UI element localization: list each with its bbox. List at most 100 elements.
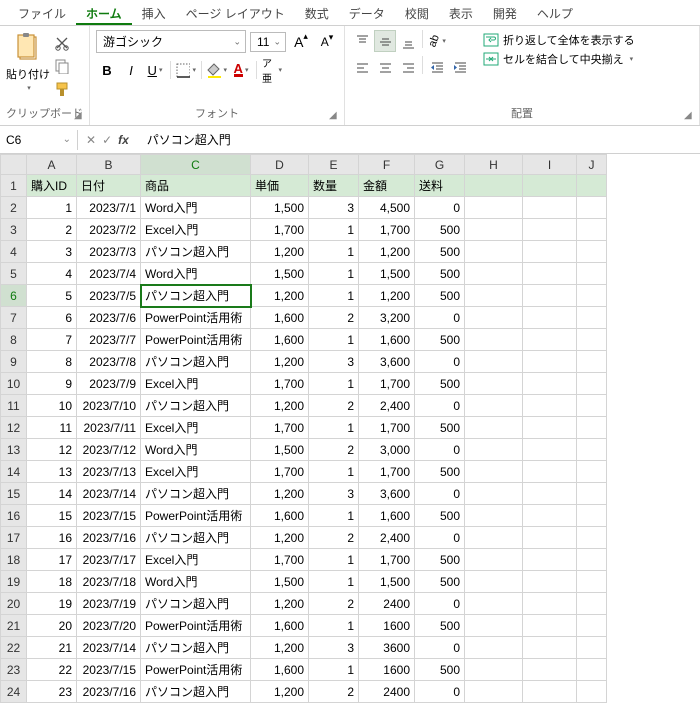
cell[interactable]: 1,700 (359, 549, 415, 571)
cell[interactable]: パソコン超入門 (141, 681, 251, 703)
cell[interactable]: 1 (309, 263, 359, 285)
cell[interactable] (523, 197, 577, 219)
cell[interactable]: 4,500 (359, 197, 415, 219)
cell[interactable] (465, 571, 523, 593)
cell[interactable] (577, 615, 607, 637)
cell[interactable]: 500 (415, 241, 465, 263)
copy-icon[interactable] (52, 57, 72, 75)
cell[interactable]: 1,500 (359, 571, 415, 593)
cut-icon[interactable] (52, 34, 72, 52)
format-painter-icon[interactable] (52, 80, 72, 98)
cell[interactable]: Word入門 (141, 439, 251, 461)
cell[interactable]: パソコン超入門 (141, 593, 251, 615)
cell[interactable]: 1 (309, 373, 359, 395)
cell[interactable]: 2023/7/3 (77, 241, 141, 263)
cell[interactable]: 1 (309, 219, 359, 241)
cell[interactable] (465, 637, 523, 659)
cell[interactable] (465, 241, 523, 263)
row-header[interactable]: 19 (1, 571, 27, 593)
cell[interactable] (577, 549, 607, 571)
row-header[interactable]: 14 (1, 461, 27, 483)
italic-button[interactable]: I (120, 59, 142, 81)
tab-表示[interactable]: 表示 (439, 0, 483, 25)
cell[interactable] (577, 241, 607, 263)
cell[interactable] (523, 263, 577, 285)
paste-dropdown-icon[interactable]: ▾ (27, 84, 31, 92)
cell[interactable]: 15 (27, 505, 77, 527)
cell[interactable] (577, 285, 607, 307)
cell[interactable]: 13 (27, 461, 77, 483)
column-header[interactable]: A (27, 155, 77, 175)
cell[interactable]: 2,400 (359, 527, 415, 549)
cell[interactable] (523, 175, 577, 197)
indent-increase-icon[interactable] (449, 56, 471, 78)
cell[interactable] (523, 505, 577, 527)
cell[interactable] (523, 483, 577, 505)
align-left-icon[interactable] (351, 56, 373, 78)
cell[interactable]: 500 (415, 461, 465, 483)
cell[interactable]: 2023/7/13 (77, 461, 141, 483)
cell[interactable] (523, 439, 577, 461)
row-header[interactable]: 17 (1, 527, 27, 549)
cell[interactable]: 500 (415, 417, 465, 439)
bold-button[interactable]: B (96, 59, 118, 81)
cell[interactable] (465, 395, 523, 417)
tab-数式[interactable]: 数式 (295, 0, 339, 25)
paste-label[interactable]: 貼り付け (6, 66, 50, 82)
cell[interactable] (577, 373, 607, 395)
cell[interactable]: 2023/7/15 (77, 505, 141, 527)
cell[interactable]: 20 (27, 615, 77, 637)
cell[interactable]: 0 (415, 593, 465, 615)
column-header[interactable]: G (415, 155, 465, 175)
cell[interactable]: 500 (415, 505, 465, 527)
row-header[interactable]: 4 (1, 241, 27, 263)
font-launcher-icon[interactable]: ◢ (329, 110, 341, 122)
cell[interactable]: 2 (27, 219, 77, 241)
cell[interactable] (577, 593, 607, 615)
cell[interactable]: PowerPoint活用術 (141, 615, 251, 637)
cell[interactable]: 1,700 (359, 417, 415, 439)
row-header[interactable]: 6 (1, 285, 27, 307)
cell[interactable]: 16 (27, 527, 77, 549)
row-header[interactable]: 2 (1, 197, 27, 219)
cell[interactable] (577, 461, 607, 483)
cell[interactable]: 1 (309, 329, 359, 351)
cell[interactable]: 1,200 (251, 241, 309, 263)
cell[interactable]: 3 (309, 351, 359, 373)
cell[interactable]: 0 (415, 483, 465, 505)
cell[interactable]: 2 (309, 593, 359, 615)
cell[interactable]: 22 (27, 659, 77, 681)
cell[interactable] (465, 219, 523, 241)
cell[interactable]: 9 (27, 373, 77, 395)
cell[interactable]: 2 (309, 439, 359, 461)
cell[interactable]: パソコン超入門 (141, 241, 251, 263)
cell[interactable]: 3 (309, 483, 359, 505)
cell[interactable]: 0 (415, 527, 465, 549)
cell[interactable] (523, 329, 577, 351)
row-header[interactable]: 24 (1, 681, 27, 703)
cell[interactable] (465, 681, 523, 703)
cell[interactable]: PowerPoint活用術 (141, 329, 251, 351)
cell[interactable]: パソコン超入門 (141, 285, 251, 307)
row-header[interactable]: 21 (1, 615, 27, 637)
cell[interactable]: 2023/7/12 (77, 439, 141, 461)
cell[interactable]: PowerPoint活用術 (141, 505, 251, 527)
cell[interactable]: 1,600 (359, 329, 415, 351)
cell[interactable]: 2023/7/15 (77, 659, 141, 681)
cell[interactable]: 2 (309, 307, 359, 329)
row-header[interactable]: 18 (1, 549, 27, 571)
alignment-launcher-icon[interactable]: ◢ (684, 110, 696, 122)
cell[interactable]: 21 (27, 637, 77, 659)
column-header[interactable]: F (359, 155, 415, 175)
column-header[interactable]: J (577, 155, 607, 175)
cell[interactable]: 2023/7/2 (77, 219, 141, 241)
cell[interactable]: 4 (27, 263, 77, 285)
cell[interactable]: 1,700 (359, 461, 415, 483)
align-middle-icon[interactable] (374, 30, 396, 52)
cell[interactable]: PowerPoint活用術 (141, 659, 251, 681)
decrease-font-icon[interactable]: A▾ (316, 31, 338, 53)
cell[interactable]: 500 (415, 373, 465, 395)
tab-開発[interactable]: 開発 (483, 0, 527, 25)
cell[interactable]: 1,700 (251, 373, 309, 395)
cell[interactable] (465, 373, 523, 395)
